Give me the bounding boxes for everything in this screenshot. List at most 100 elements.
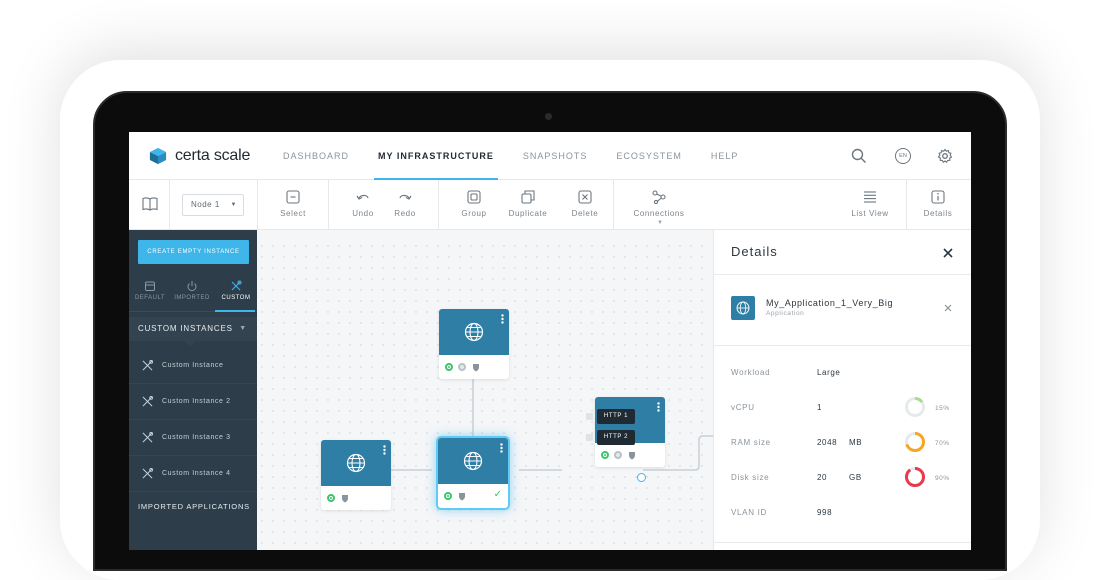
kebab-menu-icon[interactable] bbox=[501, 314, 504, 324]
sidebar-item-custom-instance-3[interactable]: Custom Instance 3 bbox=[129, 420, 257, 456]
vcpu-value: 1 bbox=[817, 403, 823, 412]
details-title: Details bbox=[731, 244, 778, 259]
status-online-icon bbox=[327, 494, 335, 502]
list-view-icon bbox=[864, 191, 876, 203]
connection-handle[interactable] bbox=[637, 473, 646, 482]
nav-help[interactable]: HELP bbox=[711, 132, 739, 180]
shield-icon bbox=[629, 452, 635, 460]
kebab-menu-icon[interactable] bbox=[383, 445, 386, 455]
tools-icon bbox=[142, 468, 153, 479]
node-status-bar bbox=[321, 486, 391, 510]
tools-icon bbox=[142, 432, 153, 443]
group-button[interactable]: Group bbox=[459, 190, 489, 218]
main-nav: DASHBOARD MY INFRASTRUCTURE SNAPSHOTS EC… bbox=[283, 132, 767, 180]
selected-instance-node[interactable]: ✓ bbox=[438, 438, 508, 508]
nav-my-infrastructure[interactable]: MY INFRASTRUCTURE bbox=[374, 132, 498, 180]
camera-dot bbox=[545, 113, 552, 120]
ram-value: 2048 bbox=[817, 438, 838, 447]
node-dropdown[interactable]: Node 1 ▼ bbox=[182, 194, 244, 216]
toolbar-divider bbox=[257, 180, 258, 230]
create-empty-instance-button[interactable]: CREATE EMPTY INSTANCE bbox=[138, 240, 249, 264]
redo-button[interactable]: Redo bbox=[392, 190, 418, 218]
port-handle[interactable] bbox=[586, 413, 593, 420]
tab-default[interactable]: DEFAULT bbox=[129, 280, 171, 301]
connections-button[interactable]: Connections bbox=[631, 190, 687, 218]
group-icon bbox=[467, 190, 481, 204]
remove-application-icon[interactable] bbox=[944, 304, 952, 312]
globe-icon bbox=[463, 451, 483, 471]
top-navigation-bar: certa scale DASHBOARD MY INFRASTRUCTURE … bbox=[129, 132, 971, 180]
power-icon bbox=[187, 281, 197, 292]
sidebar-item-custom-instance-4[interactable]: Custom Instance 4 bbox=[129, 456, 257, 492]
check-icon: ✓ bbox=[493, 489, 502, 500]
duplicate-button[interactable]: Duplicate bbox=[507, 190, 549, 218]
disk-label: Disk size bbox=[731, 473, 770, 482]
instance-node[interactable] bbox=[321, 440, 391, 510]
node-header bbox=[321, 440, 391, 486]
kebab-menu-icon[interactable] bbox=[657, 402, 660, 412]
node-status-bar: ✓ bbox=[438, 484, 508, 508]
close-icon[interactable] bbox=[943, 248, 953, 258]
sidebar-item-custom-instance[interactable]: Custom Instance bbox=[129, 348, 257, 384]
nav-dashboard[interactable]: DASHBOARD bbox=[283, 132, 349, 180]
active-tab-indicator bbox=[215, 310, 255, 312]
delete-icon bbox=[578, 190, 592, 204]
shield-icon bbox=[473, 364, 479, 372]
nav-ecosystem[interactable]: ECOSYSTEM bbox=[616, 132, 682, 180]
sidebar-item-custom-instance-2[interactable]: Custom Instance 2 bbox=[129, 384, 257, 420]
disk-unit: GB bbox=[849, 473, 862, 482]
toolbar-divider bbox=[169, 180, 170, 230]
ram-label: RAM size bbox=[731, 438, 771, 447]
tab-custom[interactable]: CUSTOM bbox=[215, 280, 257, 301]
http-port-label[interactable]: HTTP 1 bbox=[597, 409, 635, 424]
application-name: My_Application_1_Very_Big bbox=[766, 298, 894, 308]
status-online-icon bbox=[444, 492, 452, 500]
application-avatar bbox=[731, 296, 755, 320]
globe-icon bbox=[464, 322, 484, 342]
infrastructure-canvas[interactable]: ✓ HTTP 1 HTTP 2 bbox=[257, 230, 713, 550]
delete-label: Delete bbox=[571, 209, 599, 218]
http-port-label[interactable]: HTTP 2 bbox=[597, 430, 635, 445]
tab-imported[interactable]: IMPORTED bbox=[171, 280, 213, 301]
globe-icon bbox=[736, 301, 750, 315]
tab-custom-label: CUSTOM bbox=[221, 295, 251, 301]
sidebar-item-label: Custom Instance 2 bbox=[162, 398, 231, 405]
custom-instances-header[interactable]: CUSTOM INSTANCES ▼ bbox=[129, 317, 257, 341]
gear-icon[interactable] bbox=[937, 148, 953, 164]
box-icon bbox=[145, 281, 155, 291]
port-handle[interactable] bbox=[586, 434, 593, 441]
status-online-icon bbox=[601, 451, 609, 459]
brand-logo[interactable]: certa scale bbox=[149, 147, 250, 165]
node-dropdown-value: Node 1 bbox=[191, 200, 220, 209]
status-idle-icon bbox=[614, 451, 622, 459]
redo-label: Redo bbox=[394, 209, 416, 218]
app-screen: certa scale DASHBOARD MY INFRASTRUCTURE … bbox=[129, 132, 971, 550]
shield-icon bbox=[459, 493, 465, 501]
search-icon[interactable] bbox=[851, 148, 867, 164]
undo-icon bbox=[356, 194, 369, 200]
caret-down-icon: ▼ bbox=[230, 202, 237, 208]
toolbar-divider bbox=[613, 180, 614, 230]
list-view-button[interactable]: List View bbox=[847, 190, 893, 218]
tools-icon bbox=[142, 396, 153, 407]
select-button[interactable]: Select bbox=[279, 190, 307, 218]
undo-label: Undo bbox=[352, 209, 374, 218]
custom-instances-title: CUSTOM INSTANCES bbox=[138, 324, 233, 333]
delete-button[interactable]: Delete bbox=[568, 190, 602, 218]
sidebar-item-label: Custom Instance bbox=[162, 362, 224, 369]
connections-dropdown-caret-icon[interactable]: ▼ bbox=[657, 220, 663, 226]
node-status-bar bbox=[595, 443, 665, 467]
select-label: Select bbox=[280, 209, 306, 218]
chevron-down-icon: ▼ bbox=[239, 325, 247, 332]
instance-node[interactable] bbox=[439, 309, 509, 379]
nav-snapshots[interactable]: SNAPSHOTS bbox=[523, 132, 588, 180]
toolbar-divider bbox=[328, 180, 329, 230]
imported-applications-header[interactable]: IMPORTED APPLICATIONS bbox=[138, 502, 250, 511]
kebab-menu-icon[interactable] bbox=[500, 443, 503, 453]
globe-icon bbox=[346, 453, 366, 473]
details-button[interactable]: Details bbox=[922, 190, 954, 218]
undo-button[interactable]: Undo bbox=[350, 190, 376, 218]
connections-label: Connections bbox=[633, 209, 685, 218]
language-icon[interactable]: EN bbox=[895, 148, 911, 164]
book-icon[interactable] bbox=[142, 197, 158, 211]
